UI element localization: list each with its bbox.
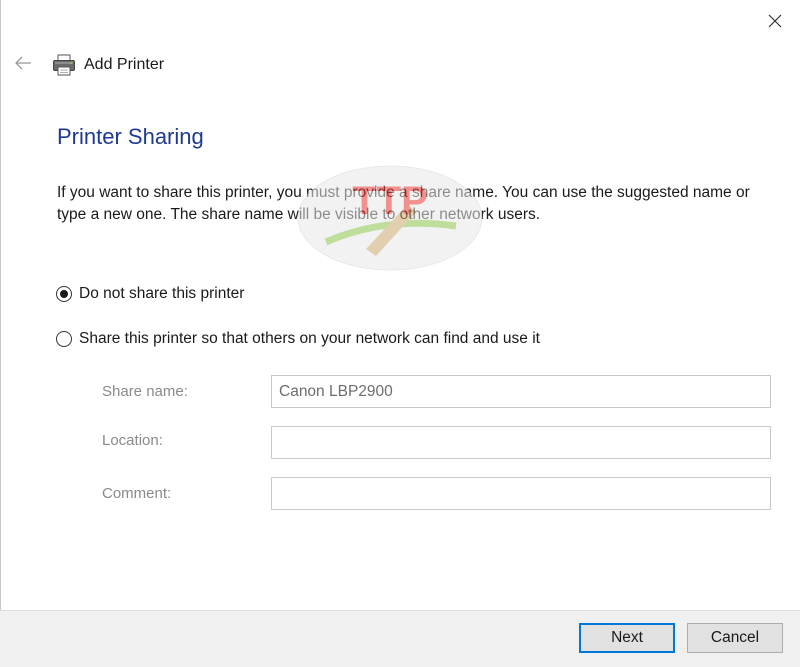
location-input[interactable] xyxy=(271,426,771,459)
printer-icon xyxy=(52,53,76,77)
comment-input[interactable] xyxy=(271,477,771,510)
window-left-border xyxy=(0,0,1,667)
close-icon xyxy=(768,14,782,28)
window-header: Add Printer xyxy=(10,50,164,80)
window-title: Add Printer xyxy=(84,56,165,73)
share-name-input[interactable] xyxy=(271,375,771,408)
close-button[interactable] xyxy=(762,8,788,34)
radio-share-label: Share this printer so that others on you… xyxy=(79,330,540,347)
comment-label: Comment: xyxy=(102,485,172,502)
radio-button-selected[interactable] xyxy=(56,286,72,302)
share-name-label: Share name: xyxy=(102,383,188,400)
radio-do-not-share-label: Do not share this printer xyxy=(79,285,245,302)
page-title: Printer Sharing xyxy=(57,124,204,149)
radio-share[interactable]: Share this printer so that others on you… xyxy=(56,330,540,348)
radio-button-unselected[interactable] xyxy=(56,331,72,347)
page-description: If you want to share this printer, you m… xyxy=(57,184,750,223)
arrow-left-icon xyxy=(14,56,32,75)
back-button[interactable] xyxy=(10,52,36,78)
dialog-footer: Next Cancel xyxy=(0,610,800,667)
next-button[interactable]: Next xyxy=(579,623,675,653)
radio-do-not-share[interactable]: Do not share this printer xyxy=(56,285,244,303)
cancel-button[interactable]: Cancel xyxy=(687,623,783,653)
location-label: Location: xyxy=(102,432,163,449)
